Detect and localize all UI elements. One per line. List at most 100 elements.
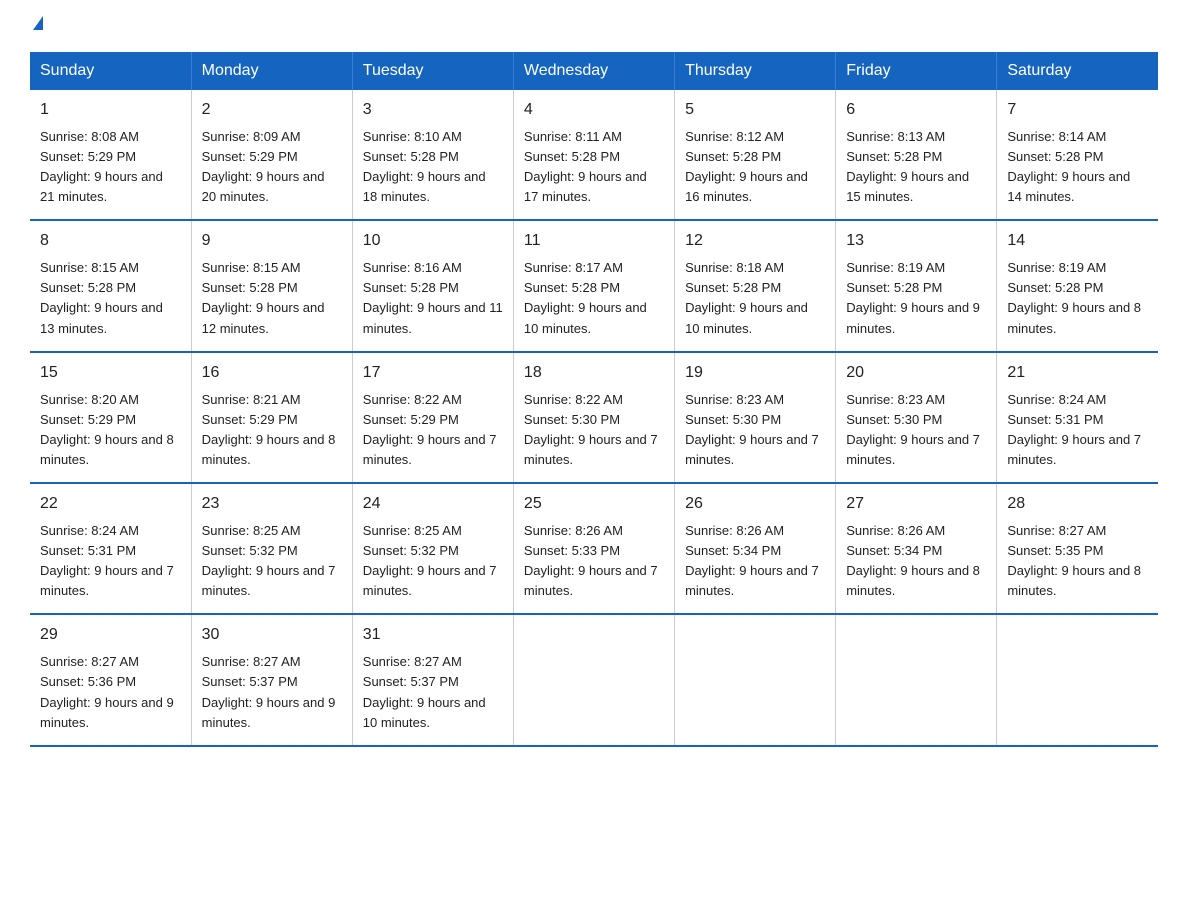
- day-number: 1: [40, 98, 181, 123]
- daylight-text: Daylight: 9 hours and 9 minutes.: [846, 300, 980, 335]
- sunrise-text: Sunrise: 8:19 AM: [846, 260, 945, 275]
- sunset-text: Sunset: 5:28 PM: [846, 149, 942, 164]
- header-row: SundayMondayTuesdayWednesdayThursdayFrid…: [30, 52, 1158, 90]
- day-number: 26: [685, 492, 825, 517]
- day-number: 16: [202, 361, 342, 386]
- sunset-text: Sunset: 5:37 PM: [363, 674, 459, 689]
- calendar-cell: 19Sunrise: 8:23 AMSunset: 5:30 PMDayligh…: [675, 352, 836, 483]
- calendar-cell: 2Sunrise: 8:09 AMSunset: 5:29 PMDaylight…: [191, 90, 352, 220]
- sunrise-text: Sunrise: 8:26 AM: [685, 523, 784, 538]
- calendar-cell: 16 Sunrise: 8:21 AM Sunset: 5:29 PM Dayligh…: [191, 352, 352, 483]
- daylight-text: Daylight: 9 hours and 14 minutes.: [1007, 169, 1130, 204]
- sunrise-text: Sunrise: 8:16 AM: [363, 260, 462, 275]
- calendar-cell: 20Sunrise: 8:23 AMSunset: 5:30 PMDayligh…: [836, 352, 997, 483]
- daylight-text: Daylight: 9 hours and 8 minutes.: [846, 563, 980, 598]
- sunset-text: Sunset: 5:33 PM: [524, 543, 620, 558]
- calendar-cell: 11Sunrise: 8:17 AMSunset: 5:28 PMDayligh…: [513, 220, 674, 351]
- sunset-text: Sunset: 5:32 PM: [363, 543, 459, 558]
- day-number: 10: [363, 229, 503, 254]
- sunset-text: Sunset: 5:30 PM: [685, 412, 781, 427]
- sunrise-text: Sunrise: 8:24 AM: [40, 523, 139, 538]
- sunset-text: Sunset: 5:31 PM: [1007, 412, 1103, 427]
- sunset-text: Sunset: 5:28 PM: [363, 149, 459, 164]
- sunset-text: Sunset: 5:35 PM: [1007, 543, 1103, 558]
- calendar-cell: [836, 614, 997, 745]
- sunset-text: Sunset: 5:28 PM: [1007, 280, 1103, 295]
- sunrise-text: Sunrise: 8:14 AM: [1007, 129, 1106, 144]
- day-number: 28: [1007, 492, 1148, 517]
- day-number: 22: [40, 492, 181, 517]
- sunrise-text: Sunrise: 8:18 AM: [685, 260, 784, 275]
- calendar-cell: 1Sunrise: 8:08 AMSunset: 5:29 PMDaylight…: [30, 90, 191, 220]
- sunrise-text: Sunrise: 8:27 AM: [40, 654, 139, 669]
- sunrise-text: Sunrise: 8:12 AM: [685, 129, 784, 144]
- calendar-cell: 17 Sunrise: 8:22 AM Sunset: 5:29 PM Dayligh…: [352, 352, 513, 483]
- calendar-table: SundayMondayTuesdayWednesdayThursdayFrid…: [30, 52, 1158, 747]
- calendar-cell: 23Sunrise: 8:25 AMSunset: 5:32 PMDayligh…: [191, 483, 352, 614]
- sunset-text: Sunset: 5:29 PM: [363, 412, 459, 427]
- calendar-cell: 27Sunrise: 8:26 AMSunset: 5:34 PMDayligh…: [836, 483, 997, 614]
- daylight-text: Daylight: 9 hours and 13 minutes.: [40, 300, 163, 335]
- day-number: 11: [524, 229, 664, 254]
- calendar-cell: 6Sunrise: 8:13 AMSunset: 5:28 PMDaylight…: [836, 90, 997, 220]
- calendar-cell: 24Sunrise: 8:25 AMSunset: 5:32 PMDayligh…: [352, 483, 513, 614]
- calendar-cell: 3Sunrise: 8:10 AMSunset: 5:28 PMDaylight…: [352, 90, 513, 220]
- daylight-text: Daylight: 9 hours and 7 minutes.: [1007, 432, 1141, 467]
- day-number: 9: [202, 229, 342, 254]
- calendar-cell: 18Sunrise: 8:22 AMSunset: 5:30 PMDayligh…: [513, 352, 674, 483]
- daylight-text: Daylight: 9 hours and 10 minutes.: [524, 300, 647, 335]
- sunset-text: Sunset: 5:30 PM: [846, 412, 942, 427]
- sunrise-text: Sunrise: 8:26 AM: [524, 523, 623, 538]
- daylight-text: Daylight: 9 hours and 7 minutes.: [363, 432, 497, 467]
- sunrise-text: Sunrise: 8:26 AM: [846, 523, 945, 538]
- day-number: 21: [1007, 361, 1148, 386]
- day-number: 4: [524, 98, 664, 123]
- sunset-text: Sunset: 5:34 PM: [685, 543, 781, 558]
- week-row-3: 15Sunrise: 8:20 AMSunset: 5:29 PMDayligh…: [30, 352, 1158, 483]
- sunset-text: Sunset: 5:29 PM: [202, 412, 298, 427]
- day-number: 30: [202, 623, 342, 648]
- week-row-5: 29Sunrise: 8:27 AMSunset: 5:36 PMDayligh…: [30, 614, 1158, 745]
- calendar-cell: 13Sunrise: 8:19 AMSunset: 5:28 PMDayligh…: [836, 220, 997, 351]
- logo-arrow-icon: [33, 16, 43, 30]
- day-number: 17: [363, 361, 503, 386]
- calendar-cell: 30Sunrise: 8:27 AMSunset: 5:37 PMDayligh…: [191, 614, 352, 745]
- calendar-cell: 8Sunrise: 8:15 AMSunset: 5:28 PMDaylight…: [30, 220, 191, 351]
- daylight-text: Daylight: 9 hours and 7 minutes.: [363, 563, 497, 598]
- calendar-cell: 7Sunrise: 8:14 AMSunset: 5:28 PMDaylight…: [997, 90, 1158, 220]
- sunrise-text: Sunrise: 8:19 AM: [1007, 260, 1106, 275]
- daylight-text: Daylight: 9 hours and 16 minutes.: [685, 169, 808, 204]
- sunset-text: Sunset: 5:28 PM: [1007, 149, 1103, 164]
- calendar-body: 1Sunrise: 8:08 AMSunset: 5:29 PMDaylight…: [30, 90, 1158, 746]
- sunset-text: Sunset: 5:29 PM: [202, 149, 298, 164]
- header-saturday: Saturday: [997, 52, 1158, 90]
- day-number: 2: [202, 98, 342, 123]
- sunrise-text: Sunrise: 8:27 AM: [363, 654, 462, 669]
- day-number: 23: [202, 492, 342, 517]
- header-thursday: Thursday: [675, 52, 836, 90]
- week-row-1: 1Sunrise: 8:08 AMSunset: 5:29 PMDaylight…: [30, 90, 1158, 220]
- calendar-header: SundayMondayTuesdayWednesdayThursdayFrid…: [30, 52, 1158, 90]
- day-number: 8: [40, 229, 181, 254]
- sunset-text: Sunset: 5:28 PM: [363, 280, 459, 295]
- day-number: 12: [685, 229, 825, 254]
- sunset-text: Sunset: 5:29 PM: [40, 412, 136, 427]
- sunrise-text: Sunrise: 8:27 AM: [1007, 523, 1106, 538]
- calendar-cell: [513, 614, 674, 745]
- daylight-text: Daylight: 9 hours and 9 minutes.: [202, 695, 336, 730]
- daylight-text: Daylight: 9 hours and 7 minutes.: [524, 432, 658, 467]
- sunrise-text: Sunrise: 8:24 AM: [1007, 392, 1106, 407]
- sunrise-text: Sunrise: 8:21 AM: [202, 392, 301, 407]
- sunset-text: Sunset: 5:32 PM: [202, 543, 298, 558]
- daylight-text: Daylight: 9 hours and 8 minutes.: [202, 432, 336, 467]
- day-number: 3: [363, 98, 503, 123]
- sunrise-text: Sunrise: 8:11 AM: [524, 129, 622, 144]
- day-number: 29: [40, 623, 181, 648]
- calendar-cell: [997, 614, 1158, 745]
- sunrise-text: Sunrise: 8:22 AM: [363, 392, 462, 407]
- sunrise-text: Sunrise: 8:25 AM: [363, 523, 462, 538]
- calendar-cell: 15Sunrise: 8:20 AMSunset: 5:29 PMDayligh…: [30, 352, 191, 483]
- week-row-2: 8Sunrise: 8:15 AMSunset: 5:28 PMDaylight…: [30, 220, 1158, 351]
- calendar-cell: [675, 614, 836, 745]
- calendar-cell: 25Sunrise: 8:26 AMSunset: 5:33 PMDayligh…: [513, 483, 674, 614]
